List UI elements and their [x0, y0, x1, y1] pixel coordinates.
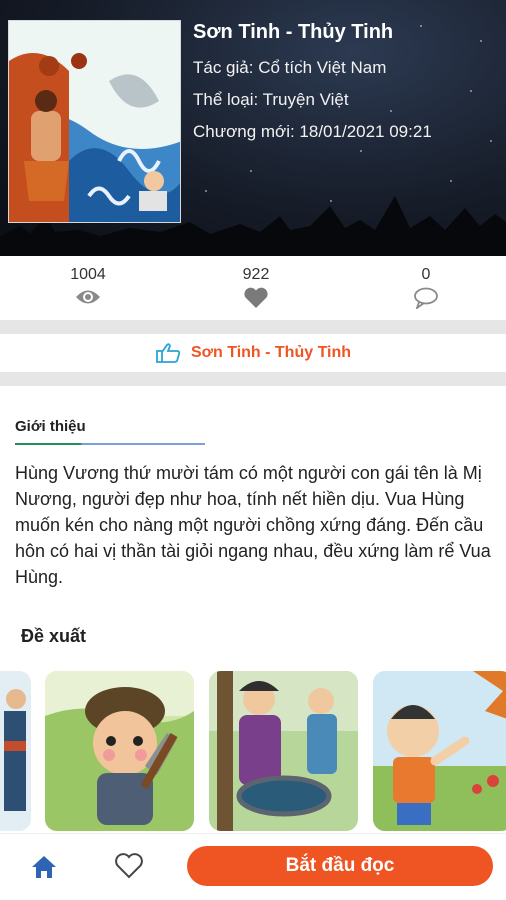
eye-icon [76, 290, 100, 304]
story-header: Sơn Tinh - Thủy Tinh Tác giả: Cổ tích Vi… [0, 0, 506, 256]
comments-stat[interactable]: 0 [376, 266, 476, 309]
views-count: 1004 [70, 266, 106, 283]
story-latest-chapter: Chương mới: 18/01/2021 09:21 [193, 122, 432, 141]
intro-heading: Giới thiệu [15, 418, 86, 435]
pointing-hand-icon [156, 343, 181, 363]
divider [0, 372, 506, 386]
stats-bar: 1004 922 0 [0, 256, 506, 320]
story-genre: Thể loại: Truyện Việt [193, 90, 349, 109]
story-title: Sơn Tinh - Thủy Tinh [193, 21, 394, 43]
views-stat: 1004 [38, 266, 138, 309]
bottom-bar: Bắt đầu đọc [0, 833, 506, 900]
divider [0, 320, 506, 334]
suggestion-carousel[interactable] [0, 669, 506, 834]
suggest-heading: Đề xuất [21, 626, 87, 646]
story-meta: Sơn Tinh - Thủy Tinh Tác giả: Cổ tích Vi… [193, 21, 432, 154]
suggestion-card[interactable] [373, 671, 506, 831]
home-icon[interactable] [30, 854, 58, 880]
likes-stat[interactable]: 922 [206, 266, 306, 309]
comment-icon[interactable] [413, 287, 439, 309]
comments-count: 0 [421, 266, 431, 283]
likes-count: 922 [242, 266, 270, 283]
start-reading-button[interactable]: Bắt đầu đọc [187, 846, 493, 886]
intro-underline [15, 443, 205, 445]
chapter-link-label: Sơn Tinh - Thủy Tinh [190, 344, 352, 361]
latest-chapter-link[interactable]: Sơn Tinh - Thủy Tinh [0, 334, 506, 372]
suggestion-card[interactable] [209, 671, 358, 831]
favorite-heart-icon[interactable] [114, 852, 144, 880]
suggestion-card[interactable] [45, 671, 194, 831]
story-cover-image [8, 20, 181, 223]
story-author: Tác giả: Cổ tích Việt Nam [193, 58, 387, 77]
suggestion-card[interactable] [0, 671, 31, 831]
intro-text: Hùng Vương thứ mười tám có một người con… [15, 463, 491, 587]
heart-icon[interactable] [243, 287, 269, 309]
